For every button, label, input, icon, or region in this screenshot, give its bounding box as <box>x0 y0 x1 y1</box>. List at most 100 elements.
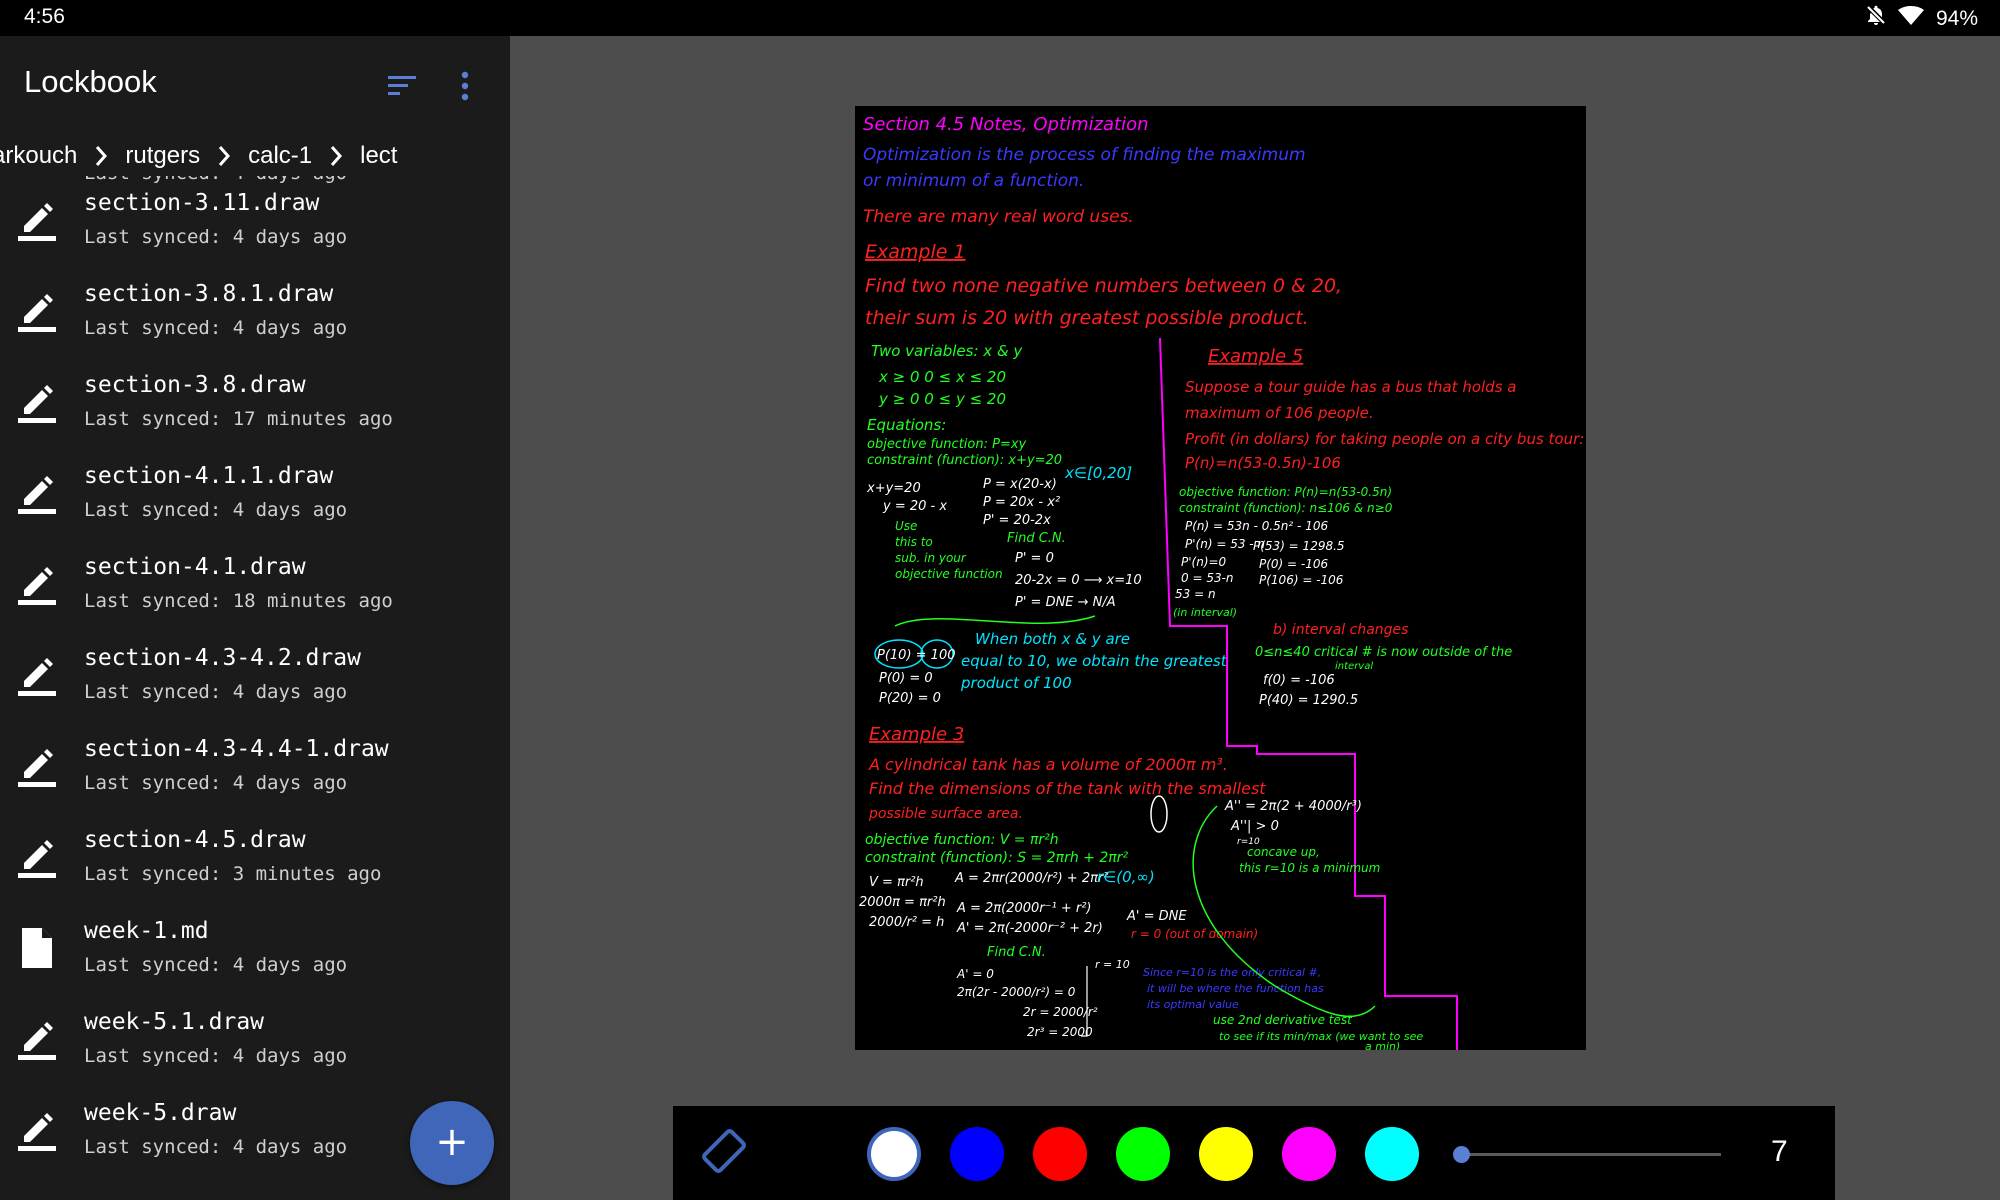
file-row[interactable]: section-4.1.1.draw Last synced: 4 days a… <box>0 449 510 540</box>
work-sum: x+y=20 <box>866 481 921 496</box>
example-3-area-7: 2r³ = 2000 <box>1027 1025 1093 1039</box>
example-5-b-2: 0≤n≤40 critical # is now outside of the <box>1255 645 1512 660</box>
example-5-b-4: f(0) = -106 <box>1263 673 1335 688</box>
file-row[interactable]: section-4.1.draw Last synced: 18 minutes… <box>0 540 510 631</box>
example-3-second-derivative-2: A''| > 0 <box>1230 819 1279 834</box>
drawing-canvas[interactable]: Section 4.5 Notes, Optimization Optimiza… <box>855 106 1586 1050</box>
example-5-value-2: P(0) = -106 <box>1259 557 1329 571</box>
color-cyan-button[interactable] <box>1365 1127 1419 1181</box>
example-3-second-3: a min) <box>1365 1040 1400 1050</box>
color-yellow-button[interactable] <box>1199 1127 1253 1181</box>
chevron-right-icon <box>204 143 244 169</box>
file-row[interactable]: section-4.3-4.4-1.draw Last synced: 4 da… <box>0 722 510 813</box>
example-3-since-3: its optimal value <box>1147 998 1239 1011</box>
color-magenta-button[interactable] <box>1282 1127 1336 1181</box>
example-3-concave: concave up, <box>1247 845 1320 859</box>
intro-line-1: Optimization is the process of finding t… <box>863 145 1306 165</box>
file-name: week-5.draw <box>84 1100 237 1126</box>
example-5-constraint: constraint (function): n≤106 & n≥0 <box>1179 501 1393 515</box>
breadcrumb-item[interactable]: calc-1 <box>244 142 316 170</box>
file-name: section-4.3-4.4-1.draw <box>84 736 389 762</box>
work-dne: P' = DNE → N/A <box>1015 595 1116 610</box>
more-options-button[interactable] <box>448 66 482 106</box>
intro-line-2: or minimum of a function. <box>863 171 1084 191</box>
color-green-button[interactable] <box>1116 1127 1170 1181</box>
app-bar: Lockbook <box>0 36 510 136</box>
file-name: section-4.1.draw <box>84 554 306 580</box>
notifications-off-icon <box>1866 5 1886 33</box>
draw-icon <box>18 385 56 423</box>
file-name: section-3.8.1.draw <box>84 281 334 307</box>
file-synced: Last synced: 18 minutes ago <box>84 590 393 612</box>
eraser-button[interactable] <box>695 1124 751 1180</box>
equations-label: Equations: <box>867 416 946 434</box>
file-sidebar: Lockbook arkouch rutgers calc-1 lect Las… <box>0 36 510 1200</box>
file-name: section-4.5.draw <box>84 827 306 853</box>
when-line-1: When both x & y are <box>975 630 1130 648</box>
example-3-line-3: possible surface area. <box>868 806 1023 822</box>
color-red-button[interactable] <box>1033 1127 1087 1181</box>
example-3-domain: r∈(0,∞) <box>1097 868 1155 886</box>
when-line-2: equal to 10, we obtain the greatest <box>961 652 1228 670</box>
sort-icon <box>388 76 416 95</box>
file-synced: Last synced: 4 days ago <box>84 1136 348 1158</box>
work-use-3: sub. in your <box>895 551 967 565</box>
drawing-workspace: Section 4.5 Notes, Optimization Optimiza… <box>510 36 2000 1200</box>
file-synced: Last synced: 4 days ago <box>84 226 348 248</box>
file-row[interactable]: section-3.11.draw Last synced: 4 days ag… <box>0 176 510 267</box>
file-name: section-4.1.1.draw <box>84 463 334 489</box>
domain-1: x∈[0,20] <box>1064 464 1132 482</box>
example-1-line-2: their sum is 20 with greatest possible p… <box>865 307 1309 329</box>
example-5-work-5: 53 = n <box>1175 587 1216 601</box>
section-title: Section 4.5 Notes, Optimization <box>863 114 1149 135</box>
draw-icon <box>18 1022 56 1060</box>
breadcrumb-item[interactable]: rutgers <box>121 142 204 170</box>
work-p-1: P = x(20-x) <box>983 477 1057 492</box>
two-variables: Two variables: x & y <box>871 342 1023 360</box>
work-solve: 20-2x = 0 ⟶ x=10 <box>1015 573 1142 588</box>
example-3-r10: r = 10 <box>1095 958 1130 971</box>
add-file-button[interactable]: + <box>410 1101 494 1185</box>
file-list: Last synced: 4 days ago section-3.11.dra… <box>0 176 510 1200</box>
example-3-line-2: Find the dimensions of the tank with the… <box>869 779 1266 798</box>
file-name: section-3.8.draw <box>84 372 306 398</box>
range-x: x ≥ 0 0 ≤ x ≤ 20 <box>878 368 1006 386</box>
draw-icon <box>18 749 56 787</box>
example-3-area-1: A = 2πr(2000/r²) + 2πr² <box>954 871 1108 886</box>
example-5-objective: objective function: P(n)=n(53-0.5n) <box>1179 485 1392 499</box>
example-3-area-4: A' = 0 <box>956 967 994 981</box>
chevron-right-icon <box>316 143 356 169</box>
example-5-title: Example 5 <box>1208 346 1303 367</box>
example-3-line-1: A cylindrical tank has a volume of 2000π… <box>868 755 1228 774</box>
document-icon <box>22 928 52 968</box>
status-time: 4:56 <box>24 5 65 28</box>
color-blue-button[interactable] <box>950 1127 1004 1181</box>
work-p-2: P = 20x - x² <box>983 495 1060 510</box>
file-synced: Last synced: 17 minutes ago <box>84 408 393 430</box>
stroke-size-slider-track[interactable] <box>1461 1153 1721 1156</box>
example-5-line-3: Profit (in dollars) for taking people on… <box>1185 430 1584 448</box>
example-3-area-2: A = 2π(2000r⁻¹ + r²) <box>956 901 1092 916</box>
example-3-since-1: Since r=10 is the only critical #, <box>1143 966 1321 979</box>
file-row[interactable]: section-4.5.draw Last synced: 3 minutes … <box>0 813 510 904</box>
example-3-title: Example 3 <box>869 724 964 745</box>
example-5-work-6: (in interval) <box>1173 606 1237 619</box>
draw-icon <box>18 203 56 241</box>
example-5-work-4: 0 = 53-n <box>1181 571 1234 585</box>
example-5-b-3: interval <box>1335 661 1373 672</box>
sort-button[interactable] <box>384 66 424 106</box>
file-row[interactable]: section-4.3-4.2.draw Last synced: 4 days… <box>0 631 510 722</box>
breadcrumb-item[interactable]: arkouch <box>0 142 81 170</box>
example-5-value-3: P(106) = -106 <box>1259 573 1344 587</box>
file-row[interactable]: week-5.1.draw Last synced: 4 days ago <box>0 995 510 1086</box>
plus-icon: + <box>435 1119 469 1165</box>
file-row[interactable]: week-1.md Last synced: 4 days ago <box>0 904 510 995</box>
file-row[interactable]: section-3.8.draw Last synced: 17 minutes… <box>0 358 510 449</box>
battery-level: 94% <box>1935 7 1978 30</box>
chevron-right-icon <box>81 143 121 169</box>
color-white-button[interactable] <box>867 1127 921 1181</box>
breadcrumb-item[interactable]: lect <box>356 142 401 170</box>
file-row[interactable]: section-3.8.1.draw Last synced: 4 days a… <box>0 267 510 358</box>
stroke-size-slider-thumb[interactable] <box>1453 1146 1470 1163</box>
example-3-since-2: it will be where the function has <box>1147 982 1324 995</box>
